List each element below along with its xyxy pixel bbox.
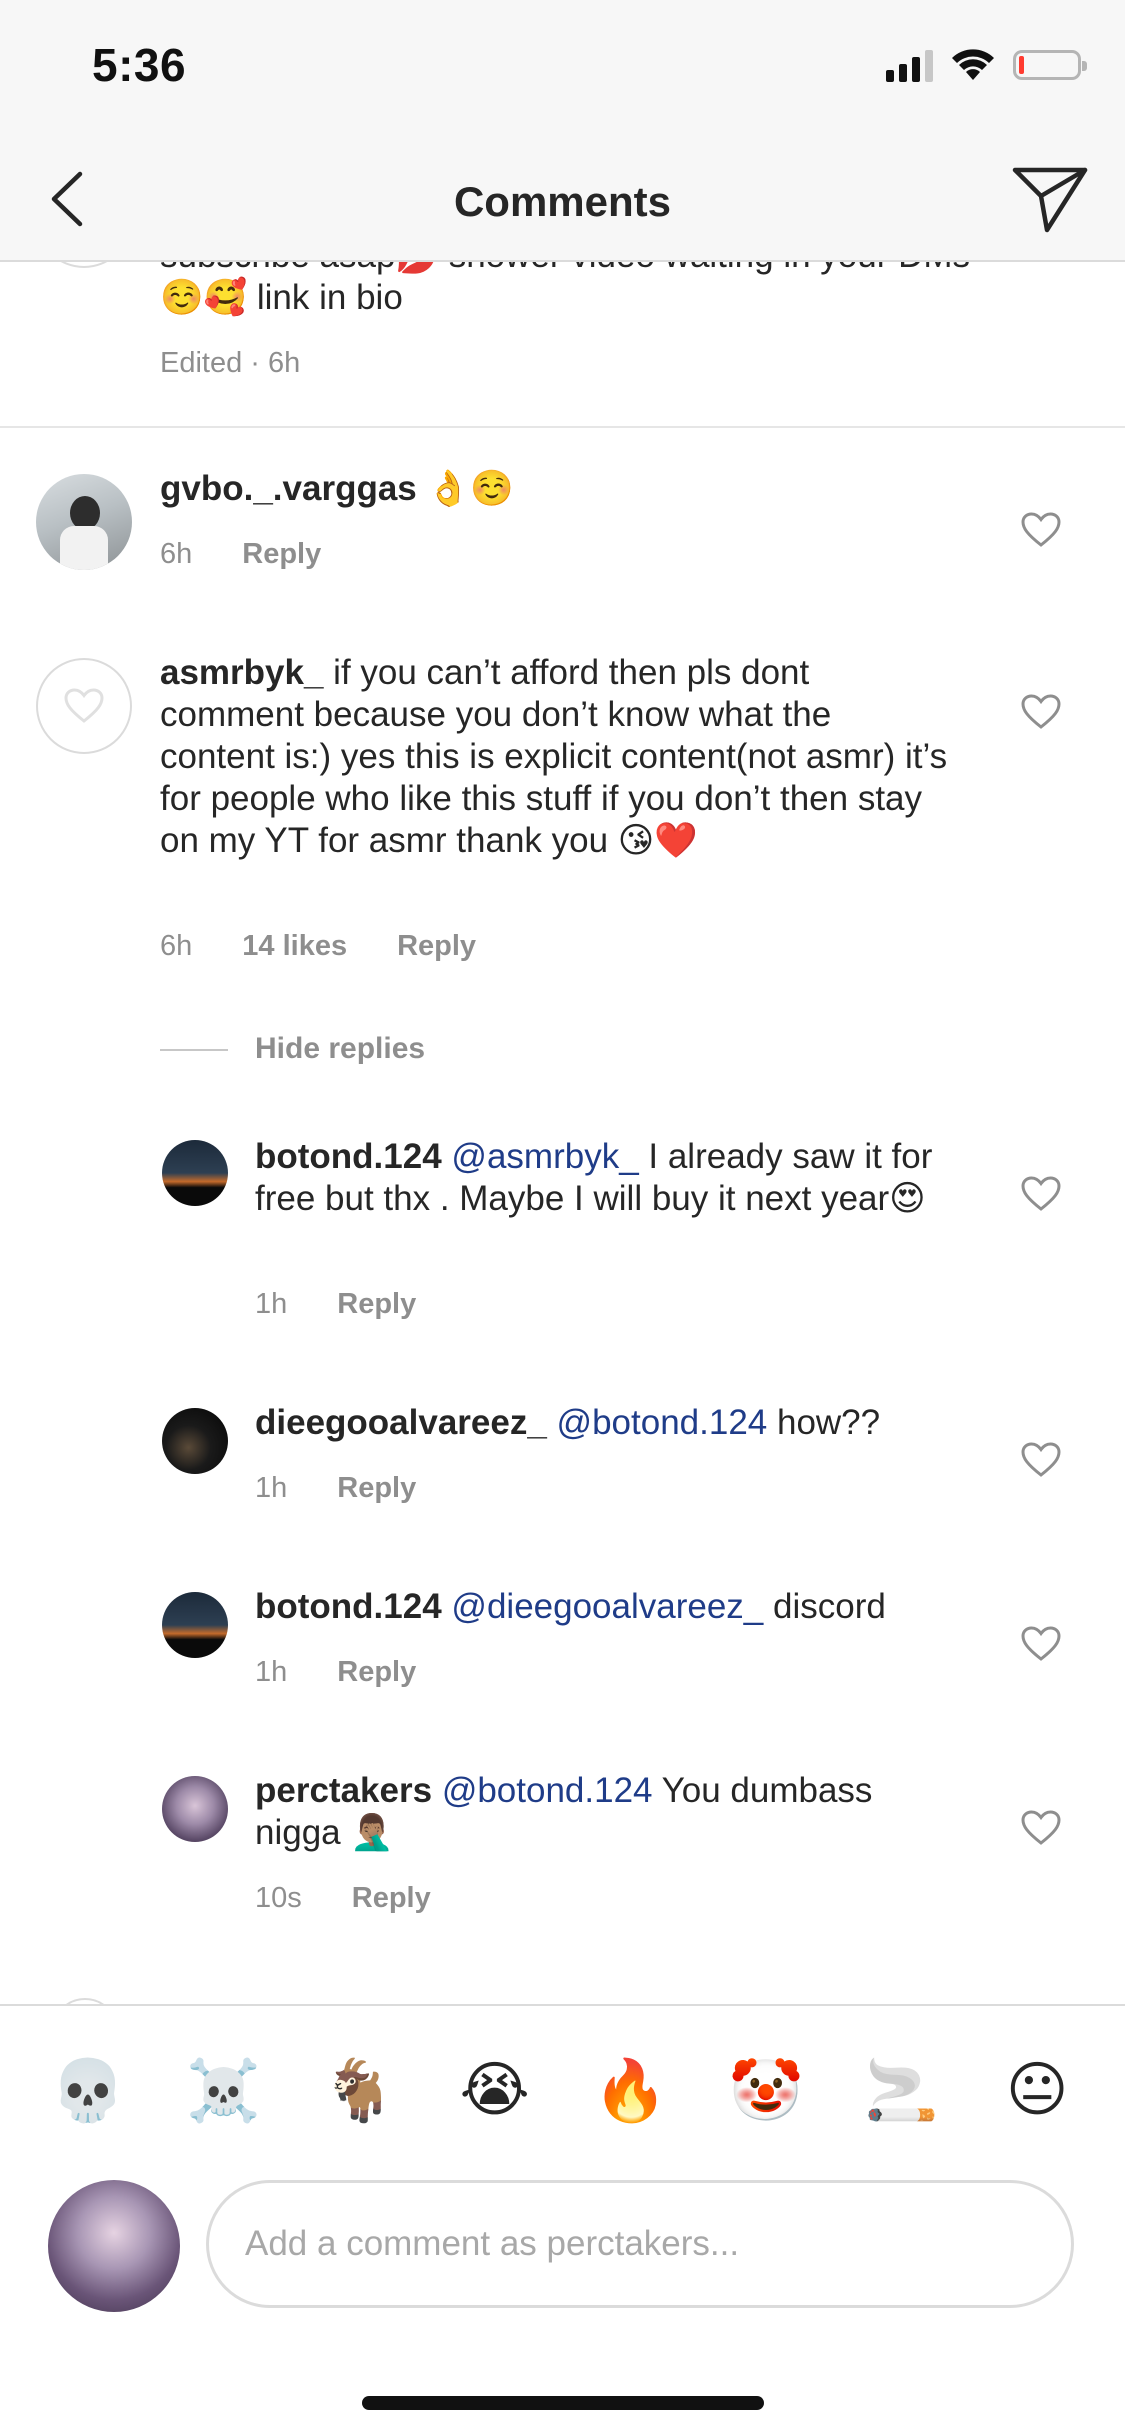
reply-button[interactable]: Reply	[337, 1656, 416, 1689]
heart-icon[interactable]	[1021, 1626, 1061, 1662]
reply-button[interactable]: Reply	[337, 1472, 416, 1505]
reply-text: dieegooalvareez_ @botond.124 how??	[255, 1402, 975, 1444]
reply-meta: 1h Reply	[255, 1472, 416, 1505]
reply-time: 1h	[255, 1656, 288, 1688]
page-title: Comments	[453, 178, 672, 225]
mention-link[interactable]: @botond.124	[442, 1771, 653, 1810]
battery-icon	[1013, 50, 1087, 80]
paper-plane-icon[interactable]	[1011, 162, 1089, 236]
username-link[interactable]: dieegooalvareez_	[255, 1403, 547, 1442]
heart-icon[interactable]	[1021, 694, 1061, 730]
emoji-skull-button[interactable]: 💀	[43, 2045, 133, 2135]
heart-icon	[64, 688, 104, 723]
heart-icon[interactable]	[1021, 512, 1061, 548]
avatar[interactable]	[162, 1140, 228, 1206]
comment-meta: 6h Reply	[160, 538, 321, 571]
cellular-signal-icon	[886, 48, 933, 82]
reply-text: botond.124 @asmrbyk_ I already saw it fo…	[255, 1136, 955, 1220]
battery-level	[1019, 56, 1024, 74]
caption-meta: Edited · 6h	[160, 347, 301, 379]
emoji-skull-crossbones-button[interactable]: ☠️	[178, 2045, 268, 2135]
avatar[interactable]	[36, 474, 132, 570]
comment-body: 👌☺️	[416, 469, 514, 508]
comment-input[interactable]	[206, 2180, 1074, 2308]
comment-text: asmrbyk_ if you can’t afford then pls do…	[160, 652, 950, 862]
reply-time: 1h	[255, 1288, 288, 1320]
emoji-crying-button[interactable]: 😭	[450, 2045, 540, 2135]
reply-meta: 1h Reply	[255, 1656, 416, 1689]
username-link[interactable]: perctakers	[255, 1771, 432, 1810]
comment-input-bar	[0, 2174, 1125, 2342]
emoji-goat-button[interactable]: 🐐	[314, 2045, 404, 2135]
hide-replies-line	[160, 1049, 228, 1051]
emoji-fire-button[interactable]: 🔥	[585, 2045, 675, 2135]
heart-icon[interactable]	[1021, 1810, 1061, 1846]
heart-icon[interactable]	[1021, 1176, 1061, 1212]
reply-time: 1h	[255, 1472, 288, 1504]
username-link[interactable]: botond.124	[255, 1587, 442, 1626]
reply-button[interactable]: Reply	[242, 538, 321, 571]
heart-icon[interactable]	[1021, 1442, 1061, 1478]
status-bar: 5:36	[0, 0, 1125, 140]
reply-text: perctakers @botond.124 You dumbass nigga…	[255, 1770, 955, 1854]
comments-list[interactable]: subscribe asap💋 shower video waiting in …	[0, 262, 1125, 2004]
emoji-cigarette-button[interactable]: 🚬	[857, 2045, 947, 2135]
divider	[0, 426, 1125, 428]
comment-meta: 6h 14 likes Reply	[160, 930, 476, 963]
avatar[interactable]	[36, 262, 132, 268]
avatar-figure	[60, 526, 108, 570]
status-icons	[886, 48, 1087, 82]
emoji-quick-bar: 💀 ☠️ 🐐 😭 🔥 🤡 🚬 😐	[0, 2004, 1125, 2174]
caption-line: ☺️🥰 link in bio	[160, 278, 403, 317]
reply-button[interactable]: Reply	[352, 1882, 431, 1915]
hide-replies-button[interactable]: Hide replies	[255, 1032, 425, 1066]
reply-meta: 10s Reply	[255, 1882, 431, 1915]
nav-bar: Comments	[0, 140, 1125, 262]
avatar[interactable]	[162, 1592, 228, 1658]
reply-button[interactable]: Reply	[397, 930, 476, 963]
reply-meta: 1h Reply	[255, 1288, 416, 1321]
reply-time: 10s	[255, 1882, 302, 1914]
reply-button[interactable]: Reply	[337, 1288, 416, 1321]
wifi-icon	[952, 49, 994, 80]
username-link[interactable]: gvbo._.varggas	[160, 469, 417, 508]
avatar[interactable]	[36, 658, 132, 754]
comment-time: 6h	[160, 930, 193, 962]
reply-body: discord	[763, 1587, 886, 1626]
avatar[interactable]	[162, 1408, 228, 1474]
emoji-clown-button[interactable]: 🤡	[721, 2045, 811, 2135]
avatar[interactable]	[162, 1776, 228, 1842]
reply-body: how??	[767, 1403, 881, 1442]
emoji-neutral-face-button[interactable]: 😐	[992, 2045, 1082, 2135]
reply-text: botond.124 @dieegooalvareez_ discord	[255, 1586, 975, 1628]
username-link[interactable]: botond.124	[255, 1137, 442, 1176]
mention-link[interactable]: @botond.124	[557, 1403, 768, 1442]
status-time: 5:36	[92, 39, 187, 91]
avatar[interactable]	[48, 2180, 180, 2312]
mention-link[interactable]: @dieegooalvareez_	[451, 1587, 763, 1626]
comment-time: 6h	[160, 538, 193, 570]
username-link[interactable]: asmrbyk_	[160, 653, 323, 692]
avatar-figure	[70, 496, 100, 530]
mention-link[interactable]: @asmrbyk_	[451, 1137, 638, 1176]
caption-text: subscribe asap💋 shower video waiting in …	[160, 262, 1060, 319]
home-indicator[interactable]	[362, 2396, 764, 2410]
caption-line-partial: subscribe asap💋 shower video waiting in …	[160, 262, 1060, 277]
likes-count[interactable]: 14 likes	[242, 930, 347, 963]
comment-text: gvbo._.varggas 👌☺️	[160, 468, 980, 510]
